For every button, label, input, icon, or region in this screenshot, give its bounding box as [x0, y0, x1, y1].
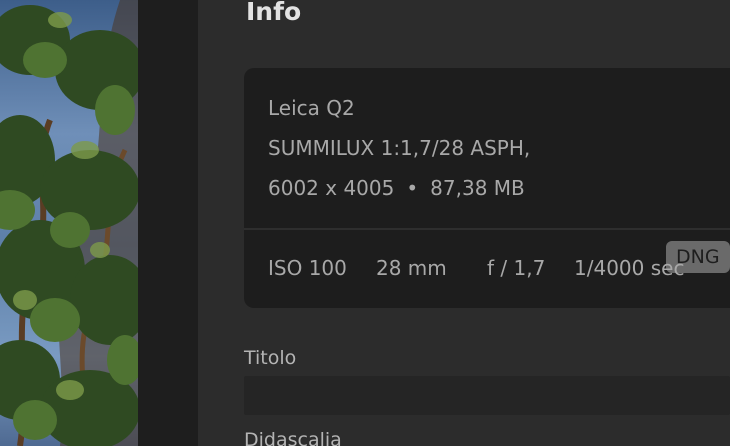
exif-aperture: f / 1,7	[487, 256, 546, 280]
file-details: 6002 x 4005 • 87,38 MB	[268, 176, 525, 200]
title-label: Titolo	[244, 347, 297, 369]
lens-name: SUMMILUX 1:1,7/28 ASPH,	[268, 136, 531, 160]
exif-iso: ISO 100	[268, 256, 347, 280]
info-screen: Info Leica Q2 SUMMILUX 1:1,7/28 ASPH, 60…	[0, 0, 730, 446]
photo-preview[interactable]	[0, 0, 138, 446]
image-dimensions: 6002 x 4005	[268, 176, 395, 200]
file-size: 87,38 MB	[430, 176, 525, 200]
camera-model: Leica Q2	[268, 96, 355, 120]
card-divider	[244, 228, 730, 230]
separator-dot: •	[406, 176, 419, 200]
caption-label: Didascalia	[244, 429, 342, 446]
info-panel: Info Leica Q2 SUMMILUX 1:1,7/28 ASPH, 60…	[198, 0, 730, 446]
title-input[interactable]	[244, 376, 730, 415]
exif-shutter-speed: 1/4000 sec	[574, 256, 685, 280]
metadata-card: Leica Q2 SUMMILUX 1:1,7/28 ASPH, 6002 x …	[244, 68, 730, 308]
panel-title: Info	[246, 0, 302, 26]
panel-gutter	[138, 0, 198, 446]
exif-focal-length: 28 mm	[376, 256, 447, 280]
photo-image	[0, 0, 138, 446]
